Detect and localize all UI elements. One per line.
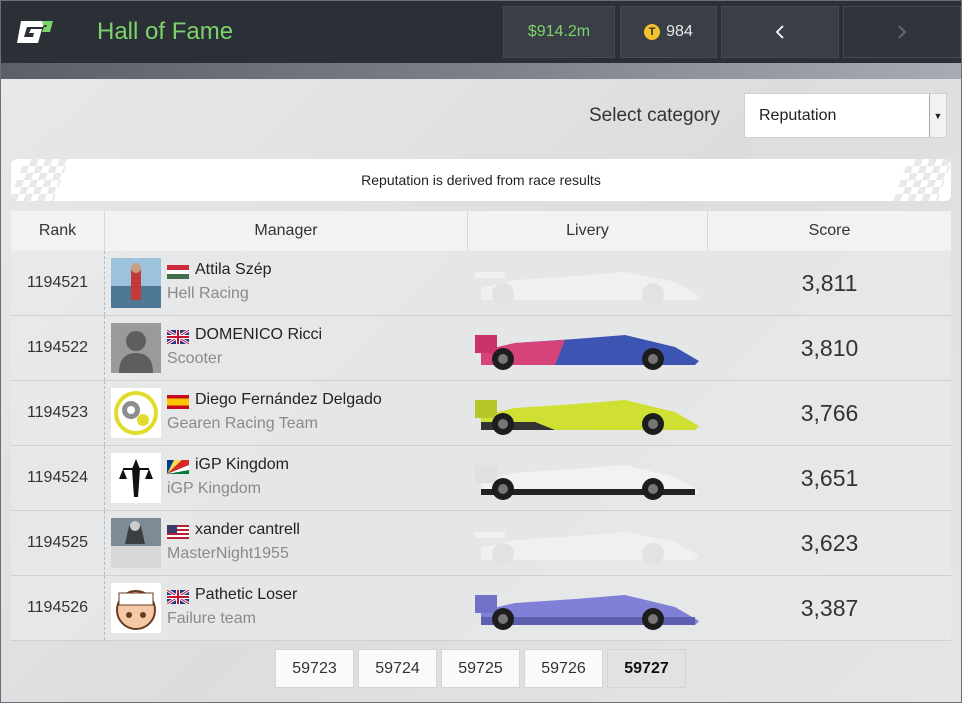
- team-name: Gearen Racing Team: [167, 415, 318, 432]
- money-display[interactable]: $914.2m: [503, 6, 615, 58]
- category-select[interactable]: Reputation ▼: [744, 93, 947, 138]
- page-button[interactable]: 59723: [275, 649, 354, 688]
- manager-cell: Diego Fernández Delgado Gearen Racing Te…: [105, 381, 468, 445]
- car-livery-icon: [475, 400, 699, 435]
- token-coin-icon: T: [644, 24, 661, 40]
- avatar[interactable]: [111, 258, 161, 308]
- dropdown-arrow-icon[interactable]: ▼: [929, 94, 946, 137]
- car-livery-icon: [475, 595, 699, 630]
- manager-name[interactable]: Pathetic Loser: [195, 586, 297, 604]
- table-row[interactable]: 1194522 DOMENICO Ricci Scooter 3,810: [11, 316, 951, 381]
- page-button[interactable]: 59726: [524, 649, 603, 688]
- avatar[interactable]: [111, 388, 161, 438]
- team-name: Hell Racing: [167, 285, 249, 302]
- hall-of-fame-table: Rank Manager Livery Score 1194521 Attila…: [11, 211, 951, 641]
- header-strip: [1, 63, 961, 79]
- info-banner: Reputation is derived from race results: [11, 159, 951, 201]
- team-name: iGP Kingdom: [167, 480, 261, 497]
- header-rank[interactable]: Rank: [11, 211, 105, 251]
- table-row[interactable]: 1194525 xander cantrell MasterNight1955 …: [11, 511, 951, 576]
- category-selected-value: Reputation: [759, 106, 837, 124]
- avatar[interactable]: [111, 453, 161, 503]
- pagination: 59723 59724 59725 59726 59727: [275, 649, 690, 688]
- page-title: Hall of Fame: [97, 18, 234, 45]
- table-row[interactable]: 1194526 Pathetic Loser Failure team 3,38…: [11, 576, 951, 641]
- livery-cell: [468, 316, 708, 380]
- manager-cell: Attila Szép Hell Racing: [105, 251, 468, 315]
- next-button[interactable]: [843, 6, 961, 58]
- category-label: Select category: [589, 105, 720, 126]
- manager-name[interactable]: Attila Szép: [195, 261, 271, 279]
- rank-cell: 1194523: [11, 381, 105, 445]
- manager-cell: iGP Kingdom iGP Kingdom: [105, 446, 468, 510]
- flag-usa-icon: [167, 525, 189, 539]
- score-cell: 3,623: [800, 529, 859, 556]
- team-name: Scooter: [167, 350, 223, 367]
- page-button[interactable]: 59724: [358, 649, 437, 688]
- team-name: MasterNight1955: [167, 545, 289, 562]
- score-cell: 3,766: [800, 399, 859, 426]
- rank-cell: 1194521: [11, 251, 105, 315]
- prev-button[interactable]: [721, 6, 839, 58]
- livery-cell: [468, 576, 708, 640]
- rank-cell: 1194526: [11, 576, 105, 640]
- manager-cell: DOMENICO Ricci Scooter: [105, 316, 468, 380]
- chevron-right-icon: [898, 25, 907, 39]
- score-cell: 3,387: [800, 594, 859, 621]
- score-cell: 3,811: [801, 269, 858, 296]
- flag-spain-icon: [167, 395, 189, 409]
- avatar[interactable]: [111, 323, 161, 373]
- table-row[interactable]: 1194524 iGP Kingdom iGP Kingdom 3,651: [11, 446, 951, 511]
- flag-uk-icon: [167, 590, 189, 604]
- manager-cell: Pathetic Loser Failure team: [105, 576, 468, 640]
- avatar[interactable]: [111, 583, 161, 633]
- car-livery-icon: [475, 465, 699, 500]
- header-score[interactable]: Score: [708, 211, 951, 251]
- manager-name[interactable]: xander cantrell: [195, 521, 300, 539]
- checkered-flag-icon: [893, 159, 951, 201]
- tokens-display[interactable]: T 984: [620, 6, 717, 58]
- livery-cell: [468, 381, 708, 445]
- main-content: Select category Reputation ▼ Reputation …: [1, 79, 961, 702]
- livery-cell: [468, 511, 708, 575]
- manager-name[interactable]: DOMENICO Ricci: [195, 326, 322, 344]
- top-bar: Hall of Fame $914.2m T 984: [1, 1, 961, 63]
- checkered-flag-icon: [11, 159, 69, 201]
- tokens-count: 984: [666, 23, 693, 40]
- car-livery-icon: [475, 532, 699, 565]
- header-manager[interactable]: Manager: [105, 211, 468, 251]
- header-livery: Livery: [468, 211, 708, 251]
- manager-cell: xander cantrell MasterNight1955: [105, 511, 468, 575]
- car-livery-icon: [475, 335, 699, 370]
- car-livery-icon: [475, 272, 699, 305]
- page-button-current[interactable]: 59727: [607, 649, 686, 688]
- flag-hungary-icon: [167, 265, 189, 279]
- table-row[interactable]: 1194523 Diego Fernández Delgado Gearen R…: [11, 381, 951, 446]
- rank-cell: 1194522: [11, 316, 105, 380]
- flag-seychelles-icon: [167, 460, 189, 474]
- page-button[interactable]: 59725: [441, 649, 520, 688]
- score-cell: 3,651: [800, 464, 859, 491]
- team-name: Failure team: [167, 610, 256, 627]
- manager-name[interactable]: Diego Fernández Delgado: [195, 391, 382, 409]
- flag-uk-icon: [167, 330, 189, 344]
- table-header: Rank Manager Livery Score: [11, 211, 951, 251]
- chevron-left-icon: [775, 25, 784, 39]
- igp-logo-icon[interactable]: [15, 12, 59, 52]
- banner-text: Reputation is derived from race results: [361, 172, 601, 188]
- manager-name[interactable]: iGP Kingdom: [195, 456, 289, 474]
- livery-cell: [468, 446, 708, 510]
- score-cell: 3,810: [800, 334, 859, 361]
- table-row[interactable]: 1194521 Attila Szép Hell Racing 3,811: [11, 251, 951, 316]
- avatar[interactable]: [111, 518, 161, 568]
- rank-cell: 1194524: [11, 446, 105, 510]
- rank-cell: 1194525: [11, 511, 105, 575]
- livery-cell: [468, 251, 708, 315]
